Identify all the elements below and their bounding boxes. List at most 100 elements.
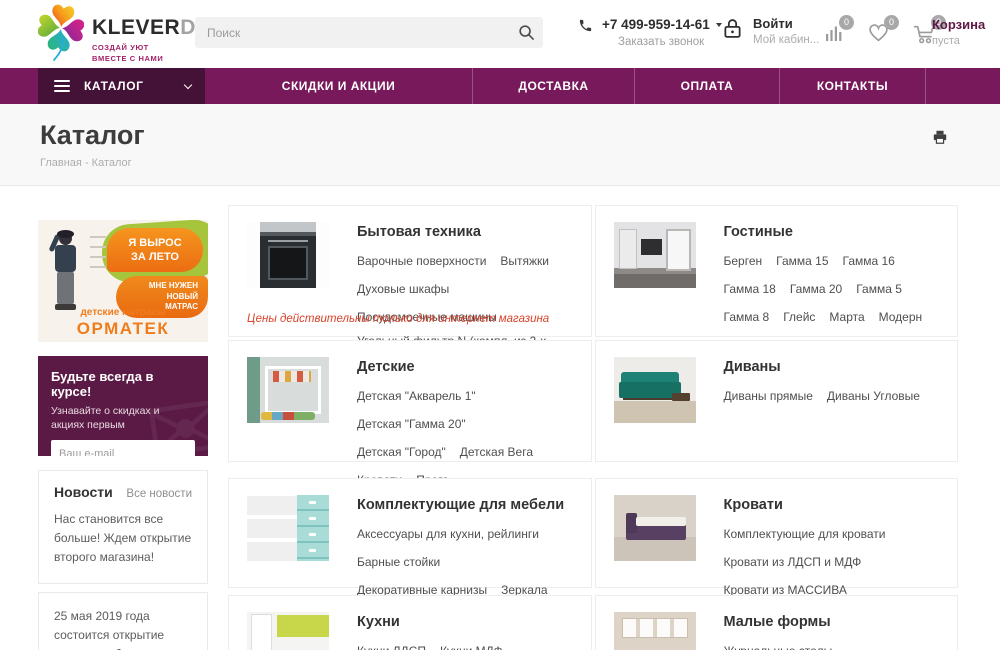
subcategory-link[interactable]: Модерн <box>879 307 923 328</box>
subcategory-link[interactable]: Глейс <box>783 307 815 328</box>
thumbnail-art-layer <box>666 229 691 271</box>
news-item[interactable]: 25 мая 2019 года состоится открытие втор… <box>54 607 192 650</box>
subcategory-link[interactable]: Барные стойки <box>357 552 440 573</box>
banner-brand-text: ОРМАТЕК <box>38 319 208 339</box>
cart-texts: Корзина пуста <box>932 17 985 47</box>
price-note: Цены действительны только для интернет м… <box>247 313 549 325</box>
subcategory-link[interactable]: Детская "Акварель 1" <box>357 386 476 407</box>
all-news-link[interactable]: Все новости <box>126 488 192 500</box>
newsletter-email-input[interactable] <box>51 440 208 456</box>
subcategory-link[interactable]: Кухни МДФ <box>440 641 503 650</box>
page: KLEVERDOM СОЗДАЙ УЮТ ВМЕСТЕ С НАМИ <box>0 0 1000 650</box>
banner-badge-1: Я ВЫРОС ЗА ЛЕТО <box>107 228 203 272</box>
category-title[interactable]: Диваны <box>724 359 934 375</box>
print-button[interactable] <box>932 129 948 145</box>
cart-status: пуста <box>932 35 985 47</box>
nav-item[interactable]: ОПЛАТА <box>635 68 780 104</box>
subcategory-link[interactable]: Марта <box>829 307 864 328</box>
account-link[interactable]: Мой кабин... <box>753 34 819 46</box>
subcategory-links: Диваны прямые Диваны Угловые <box>724 382 934 410</box>
subcategory-link[interactable]: Гамма 16 <box>843 251 895 272</box>
category-card: Кровати Комплектующие для кровати Кровати… <box>595 478 959 588</box>
breadcrumb-separator: - <box>85 157 89 169</box>
subcategory-link[interactable]: Диваны Угловые <box>827 386 920 407</box>
phone-number[interactable]: +7 499-959-14-61 <box>602 17 710 32</box>
subcategory-link[interactable]: Гамма 20 <box>790 279 842 300</box>
search-box <box>195 17 543 48</box>
nav-item[interactable]: КОНТАКТЫ <box>780 68 926 104</box>
ormatek-ad-banner[interactable]: Я ВЫРОС ЗА ЛЕТО МНЕ НУЖЕН НОВЫЙ МАТРАС д… <box>38 220 208 342</box>
newsletter-title: Будьте всегда в курсе! <box>51 369 195 399</box>
breadcrumb-home-link[interactable]: Главная <box>40 157 82 169</box>
subcategory-link[interactable]: Кухни ЛДСП <box>357 641 426 650</box>
bed-thumbnail[interactable] <box>614 495 696 561</box>
small-forms-thumbnail[interactable] <box>614 612 696 650</box>
main-nav: КАТАЛОГ СКИДКИ И АКЦИИДОСТАВКАОПЛАТАКОНТ… <box>0 68 1000 104</box>
phone-icon <box>578 18 593 33</box>
subcategory-link[interactable]: Духовые шкафы <box>357 279 449 300</box>
brand-tagline-line2: ВМЕСТЕ С НАМИ <box>92 53 231 64</box>
category-row: Кухни Кухни ЛДСПКухни МДФКухни с фотопеч… <box>228 595 958 650</box>
hardware-thumbnail[interactable] <box>247 495 329 561</box>
sidebar: Я ВЫРОС ЗА ЛЕТО МНЕ НУЖЕН НОВЫЙ МАТРАС д… <box>38 220 208 650</box>
category-card: Комплектующие для мебели Аксессуары для … <box>228 478 592 588</box>
nav-menu: СКИДКИ И АКЦИИДОСТАВКАОПЛАТАКОНТАКТЫ <box>205 68 1000 104</box>
category-row: Бытовая техника Варочные поверхности Вытя… <box>228 205 958 337</box>
oven-thumbnail[interactable] <box>247 222 329 288</box>
category-title[interactable]: Кухни <box>357 614 577 630</box>
subcategory-link[interactable]: Диваны прямые <box>724 386 813 407</box>
subcategory-link[interactable]: Варочные поверхности <box>357 251 486 272</box>
category-card: Детские Детская "Акварель 1" Детская "Гам… <box>228 340 592 462</box>
subcategory-link[interactable]: Детская "Город" <box>357 442 446 463</box>
page-header: Каталог Главная - Каталог <box>0 104 1000 186</box>
phone-dropdown-caret-icon[interactable] <box>716 23 722 27</box>
category-title[interactable]: Детские <box>357 359 577 375</box>
nav-item[interactable]: СКИДКИ И АКЦИИ <box>205 68 473 104</box>
news-box: Новости Все новости Нас становится все б… <box>38 470 208 584</box>
thumbnail-art-layer <box>636 517 686 526</box>
subcategory-link[interactable]: Аксессуары для кухни, рейлинги <box>357 524 539 545</box>
newsletter-box: ✉ Будьте всегда в курсе! Узнавайте о ски… <box>38 356 208 456</box>
search-input[interactable] <box>195 26 509 40</box>
compare-button[interactable]: 0 <box>824 23 844 44</box>
nav-catalog-button[interactable]: КАТАЛОГ <box>38 68 205 104</box>
cart-label[interactable]: Корзина <box>932 17 985 32</box>
news-item[interactable]: Нас становится все больше! Ждем открытие… <box>54 510 192 568</box>
subcategory-link[interactable]: Гамма 8 <box>724 307 770 328</box>
subcategory-link[interactable]: Журнальные столы <box>724 641 833 650</box>
category-title[interactable]: Гостиные <box>724 224 944 240</box>
sofa-thumbnail[interactable] <box>614 357 696 423</box>
search-icon <box>518 24 535 41</box>
nav-catalog-label: КАТАЛОГ <box>84 79 144 93</box>
subcategory-link[interactable]: Гамма 18 <box>724 279 776 300</box>
thumbnail-art-layer <box>622 618 688 638</box>
category-grid: Бытовая техника Варочные поверхности Вытя… <box>228 205 958 650</box>
category-card: Диваны Диваны прямые Диваны Угловые <box>595 340 959 462</box>
search-button[interactable] <box>509 17 543 48</box>
category-title[interactable]: Кровати <box>724 497 944 513</box>
kitchen-thumbnail[interactable] <box>247 612 329 650</box>
subcategory-link[interactable]: Гамма 15 <box>776 251 828 272</box>
subcategory-link[interactable]: Детская Вега <box>460 442 533 463</box>
category-title[interactable]: Бытовая техника <box>357 224 577 240</box>
category-row: Комплектующие для мебели Аксессуары для … <box>228 478 958 588</box>
subcategory-link[interactable]: Кровати из ЛДСП и МДФ <box>724 552 862 573</box>
subcategory-link[interactable]: Детская "Гамма 20" <box>357 414 466 435</box>
subcategory-link[interactable]: Вытяжки <box>500 251 549 272</box>
living-room-thumbnail[interactable] <box>614 222 696 288</box>
subcategory-link[interactable]: Гамма 5 <box>856 279 902 300</box>
kids-room-thumbnail[interactable] <box>247 357 329 423</box>
subcategory-link[interactable]: Комплектующие для кровати <box>724 524 886 545</box>
nav-item[interactable]: ДОСТАВКА <box>473 68 635 104</box>
category-title[interactable]: Малые формы <box>724 614 944 630</box>
chevron-down-icon <box>184 80 192 88</box>
subcategory-link[interactable]: Берген <box>724 251 763 272</box>
login-link[interactable]: Войти <box>753 16 819 31</box>
brand-name-primary: KLEVER <box>92 16 180 39</box>
category-title[interactable]: Комплектующие для мебели <box>357 497 577 513</box>
favorites-button[interactable]: 0 <box>868 23 889 44</box>
news-title: Новости <box>54 484 113 500</box>
callback-link[interactable]: Заказать звонок <box>618 36 722 48</box>
login-block[interactable]: Войти Мой кабин... <box>722 16 819 46</box>
printer-icon <box>932 129 948 145</box>
